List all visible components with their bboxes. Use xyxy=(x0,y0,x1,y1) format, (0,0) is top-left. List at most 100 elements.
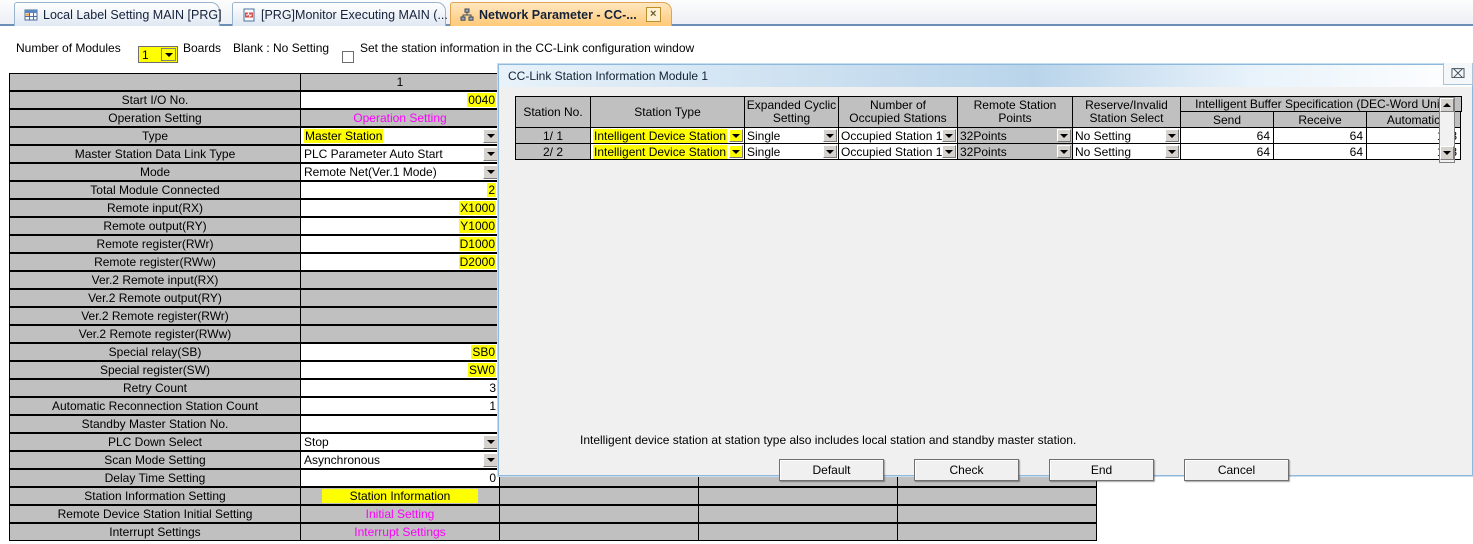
grid-row-value-text: Y1000 xyxy=(459,219,496,233)
cell-expanded-cyclic[interactable]: Single xyxy=(744,127,839,144)
chevron-down-icon[interactable] xyxy=(823,129,837,142)
grid-row-value[interactable]: 0040 xyxy=(300,91,500,109)
chevron-down-icon[interactable] xyxy=(483,435,498,449)
cell-buffer-receive-text: 64 xyxy=(1349,128,1363,143)
cell-station-no[interactable]: 1/ 1 xyxy=(515,127,591,144)
grid-row-value[interactable]: SW0 xyxy=(300,361,500,379)
grid-row-label: Interrupt Settings xyxy=(9,523,301,541)
cell-remote-station-points[interactable]: 32Points xyxy=(957,143,1073,160)
grid-row-value[interactable]: SB0 xyxy=(300,343,500,361)
cancel-button[interactable]: Cancel xyxy=(1184,459,1289,481)
chevron-down-icon[interactable] xyxy=(823,145,837,158)
grid-row-value[interactable]: PLC Parameter Auto Start xyxy=(300,145,500,163)
grid-row-value-col3[interactable] xyxy=(698,505,898,523)
grid-row-label: Special relay(SB) xyxy=(9,343,301,361)
cell-expanded-cyclic[interactable]: Single xyxy=(744,143,839,160)
grid-row-value[interactable]: 0 xyxy=(300,469,500,487)
grid-row-value[interactable] xyxy=(300,289,500,307)
grid-row-value[interactable] xyxy=(300,325,500,343)
chevron-down-icon[interactable] xyxy=(1057,145,1071,158)
tab-prg-monitor-executing[interactable]: [PRG]Monitor Executing MAIN (... xyxy=(232,2,448,26)
grid-row-label: Remote input(RX) xyxy=(9,199,301,217)
default-button[interactable]: Default xyxy=(779,459,884,481)
dialog-close-button[interactable]: ⌧ xyxy=(1443,63,1473,85)
cell-buffer-send[interactable]: 64 xyxy=(1180,127,1274,144)
end-button[interactable]: End xyxy=(1049,459,1154,481)
grid-row-value[interactable]: Initial Setting xyxy=(300,505,500,523)
chevron-down-icon[interactable] xyxy=(161,48,176,61)
grid-row-value-col3[interactable] xyxy=(698,487,898,505)
grid-row-value-col2[interactable] xyxy=(499,523,699,541)
chevron-down-icon[interactable] xyxy=(483,147,498,161)
grid-row-label: Master Station Data Link Type xyxy=(9,145,301,163)
chevron-down-icon[interactable] xyxy=(483,129,498,143)
chevron-down-icon[interactable] xyxy=(483,165,498,179)
cell-occupied-stations[interactable]: Occupied Station 1 xyxy=(838,127,958,144)
chevron-down-icon[interactable] xyxy=(942,145,956,158)
cell-reserve-invalid[interactable]: No Setting xyxy=(1072,143,1181,160)
cell-buffer-receive[interactable]: 64 xyxy=(1273,143,1367,160)
cell-remote-station-points[interactable]: 32Points xyxy=(957,127,1073,144)
grid-row-label: Ver.2 Remote output(RY) xyxy=(9,289,301,307)
cell-reserve-invalid[interactable]: No Setting xyxy=(1072,127,1181,144)
grid-row-label: Remote register(RWw) xyxy=(9,253,301,271)
grid-row-value[interactable]: 1 xyxy=(300,397,500,415)
cell-station-type[interactable]: Intelligent Device Station xyxy=(590,143,745,160)
chevron-down-icon[interactable] xyxy=(483,453,498,467)
grid-row-value-text: SW0 xyxy=(467,363,496,377)
chevron-down-icon[interactable] xyxy=(1165,129,1179,142)
cell-remote-station-points-text: 32Points xyxy=(960,128,1007,143)
grid-row-value[interactable]: Asynchronous xyxy=(300,451,500,469)
grid-row-value[interactable] xyxy=(300,415,500,433)
dialog-note-text: Intelligent device station at station ty… xyxy=(580,433,1077,447)
cell-occupied-stations[interactable]: Occupied Station 1 xyxy=(838,143,958,160)
header-station-no: Station No. xyxy=(515,96,591,128)
grid-row-value[interactable]: D1000 xyxy=(300,235,500,253)
chevron-down-icon[interactable] xyxy=(1165,145,1179,158)
tab-local-label-setting[interactable]: Local Label Setting MAIN [PRG] xyxy=(14,2,222,26)
grid-row-value-col4[interactable] xyxy=(897,523,1097,541)
chevron-down-icon[interactable] xyxy=(729,129,743,142)
grid-row-value-col3[interactable] xyxy=(698,523,898,541)
chevron-down-icon[interactable] xyxy=(729,145,743,158)
cclink-config-window-checkbox[interactable] xyxy=(342,51,354,63)
grid-row-value[interactable]: X1000 xyxy=(300,199,500,217)
grid-row-value[interactable]: Operation Setting xyxy=(300,109,500,127)
check-button[interactable]: Check xyxy=(914,459,1019,481)
station-table-scrollbar[interactable] xyxy=(1439,97,1455,163)
grid-row-label: Remote register(RWr) xyxy=(9,235,301,253)
cell-station-type[interactable]: Intelligent Device Station xyxy=(590,127,745,144)
tab-close-icon[interactable]: × xyxy=(645,7,661,22)
chevron-down-icon[interactable] xyxy=(1057,129,1071,142)
grid-row-value[interactable]: Interrupt Settings xyxy=(300,523,500,541)
grid-row-value[interactable] xyxy=(300,271,500,289)
grid-row-value[interactable]: Station Information xyxy=(300,487,500,505)
cell-station-no[interactable]: 2/ 2 xyxy=(515,143,591,160)
grid-row-value-col2[interactable] xyxy=(499,487,699,505)
grid-row-value[interactable]: 3 xyxy=(300,379,500,397)
header-remote-station-points: Remote Station Points xyxy=(957,96,1073,128)
tab-strip: Local Label Setting MAIN [PRG] [PRG]Moni… xyxy=(0,0,1473,26)
grid-row-value[interactable]: Y1000 xyxy=(300,217,500,235)
grid-row-value-col2[interactable] xyxy=(499,505,699,523)
tab-label: Network Parameter - CC-... xyxy=(479,7,637,22)
tab-network-parameter[interactable]: Network Parameter - CC-... × xyxy=(450,2,672,26)
chevron-down-icon[interactable] xyxy=(942,129,956,142)
number-of-modules-spinner[interactable]: 1 xyxy=(138,46,178,63)
scroll-up-icon[interactable] xyxy=(1440,98,1454,112)
grid-row-value[interactable]: Master Station xyxy=(300,127,500,145)
grid-row-value-col4[interactable] xyxy=(897,487,1097,505)
grid-row-value-col4[interactable] xyxy=(897,505,1097,523)
grid-row-value[interactable]: 2 xyxy=(300,181,500,199)
grid-row-label: Total Module Connected xyxy=(9,181,301,199)
cell-buffer-receive[interactable]: 64 xyxy=(1273,127,1367,144)
grid-row-value[interactable] xyxy=(300,307,500,325)
grid-row-value-text: Master Station xyxy=(304,129,384,143)
grid-row-value[interactable]: D2000 xyxy=(300,253,500,271)
grid-corner-cell xyxy=(9,73,301,91)
cell-reserve-invalid-text: No Setting xyxy=(1075,128,1132,143)
grid-row-value[interactable]: Remote Net(Ver.1 Mode) xyxy=(300,163,500,181)
cell-buffer-send[interactable]: 64 xyxy=(1180,143,1274,160)
scroll-down-icon[interactable] xyxy=(1440,146,1454,160)
grid-row-value[interactable]: Stop xyxy=(300,433,500,451)
